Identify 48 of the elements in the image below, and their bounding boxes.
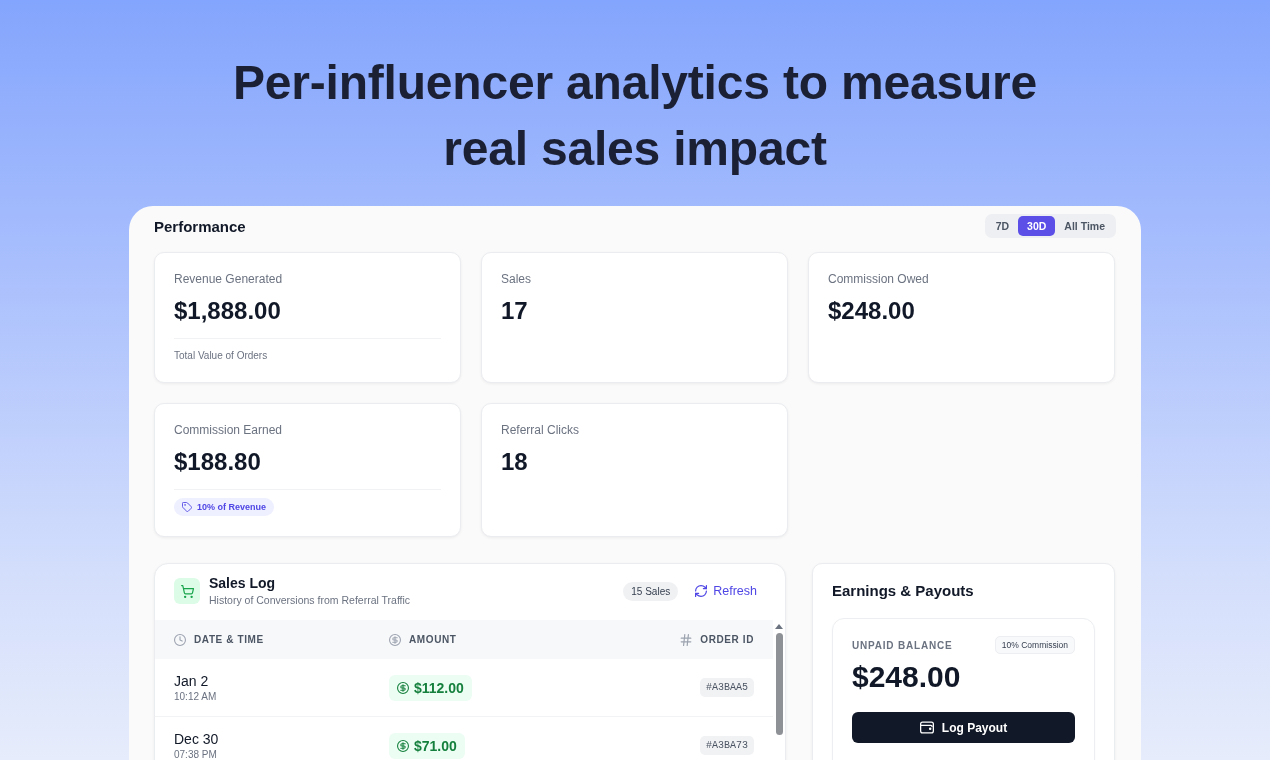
metric-label: Sales bbox=[501, 271, 532, 287]
metric-label: Commission Earned bbox=[174, 422, 283, 438]
scrollbar-thumb[interactable] bbox=[775, 633, 783, 735]
balance-label: UNPAID BALANCE bbox=[852, 639, 953, 651]
commission-chip: 10% Commission bbox=[994, 636, 1075, 654]
metric-value: $1,888.00 bbox=[174, 296, 281, 326]
order-id-chip: #A3BA73 bbox=[700, 736, 754, 755]
column-header: AMOUNT bbox=[409, 634, 457, 645]
amount-badge: $71.00 bbox=[389, 732, 465, 759]
metric-label: Commission Owed bbox=[828, 271, 929, 287]
scroll-arrow-icon[interactable] bbox=[775, 624, 783, 629]
column-header: DATE & TIME bbox=[194, 634, 264, 645]
metric-label: Revenue Generated bbox=[174, 271, 283, 287]
card-subtitle: History of Conversions from Referral Traffic bbox=[209, 593, 411, 607]
refresh-button[interactable]: Refresh bbox=[695, 584, 757, 598]
metric-value: 18 bbox=[501, 447, 528, 477]
metric-caption: Total Value of Orders bbox=[174, 349, 268, 362]
dollar-circle-icon bbox=[389, 633, 401, 646]
commission-rate-badge: 10% of Revenue bbox=[174, 498, 275, 516]
tag-icon bbox=[182, 502, 192, 512]
metric-value: $248.00 bbox=[828, 296, 915, 326]
range-tab[interactable]: 7D bbox=[986, 216, 1019, 236]
sale-date: Jan 2 bbox=[174, 672, 209, 690]
column-header: ORDER ID bbox=[700, 634, 754, 645]
sale-time: 07:38 PM bbox=[174, 748, 217, 760]
cart-icon bbox=[174, 578, 200, 604]
clock-icon bbox=[174, 633, 186, 646]
card-title: Sales Log bbox=[209, 575, 276, 592]
range-tab[interactable]: All Time bbox=[1055, 216, 1114, 236]
dollar-circle-icon bbox=[397, 681, 409, 694]
metric-value: $188.80 bbox=[174, 447, 261, 477]
refresh-icon bbox=[695, 585, 708, 597]
sale-date: Dec 30 bbox=[174, 730, 219, 748]
amount-badge: $112.00 bbox=[389, 674, 472, 701]
headline: Per-influencer analytics to measure real sales impact bbox=[232, 55, 1038, 177]
balance-amount: $248.00 bbox=[852, 659, 962, 695]
section-title: Performance bbox=[154, 217, 246, 235]
metric-label: Referral Clicks bbox=[501, 422, 579, 438]
sale-time: 10:12 AM bbox=[174, 690, 217, 703]
range-tab[interactable]: 30D bbox=[1018, 216, 1056, 236]
log-payout-button[interactable]: Log Payout bbox=[852, 712, 1075, 743]
metric-value: 17 bbox=[501, 296, 528, 326]
dollar-circle-icon bbox=[397, 739, 409, 752]
order-id-chip: #A3BAA5 bbox=[700, 678, 754, 697]
wallet-icon bbox=[919, 721, 934, 734]
sales-count-badge: 15 Sales bbox=[623, 581, 679, 601]
hash-icon bbox=[680, 633, 693, 646]
card-title: Earnings & Payouts bbox=[832, 582, 975, 600]
